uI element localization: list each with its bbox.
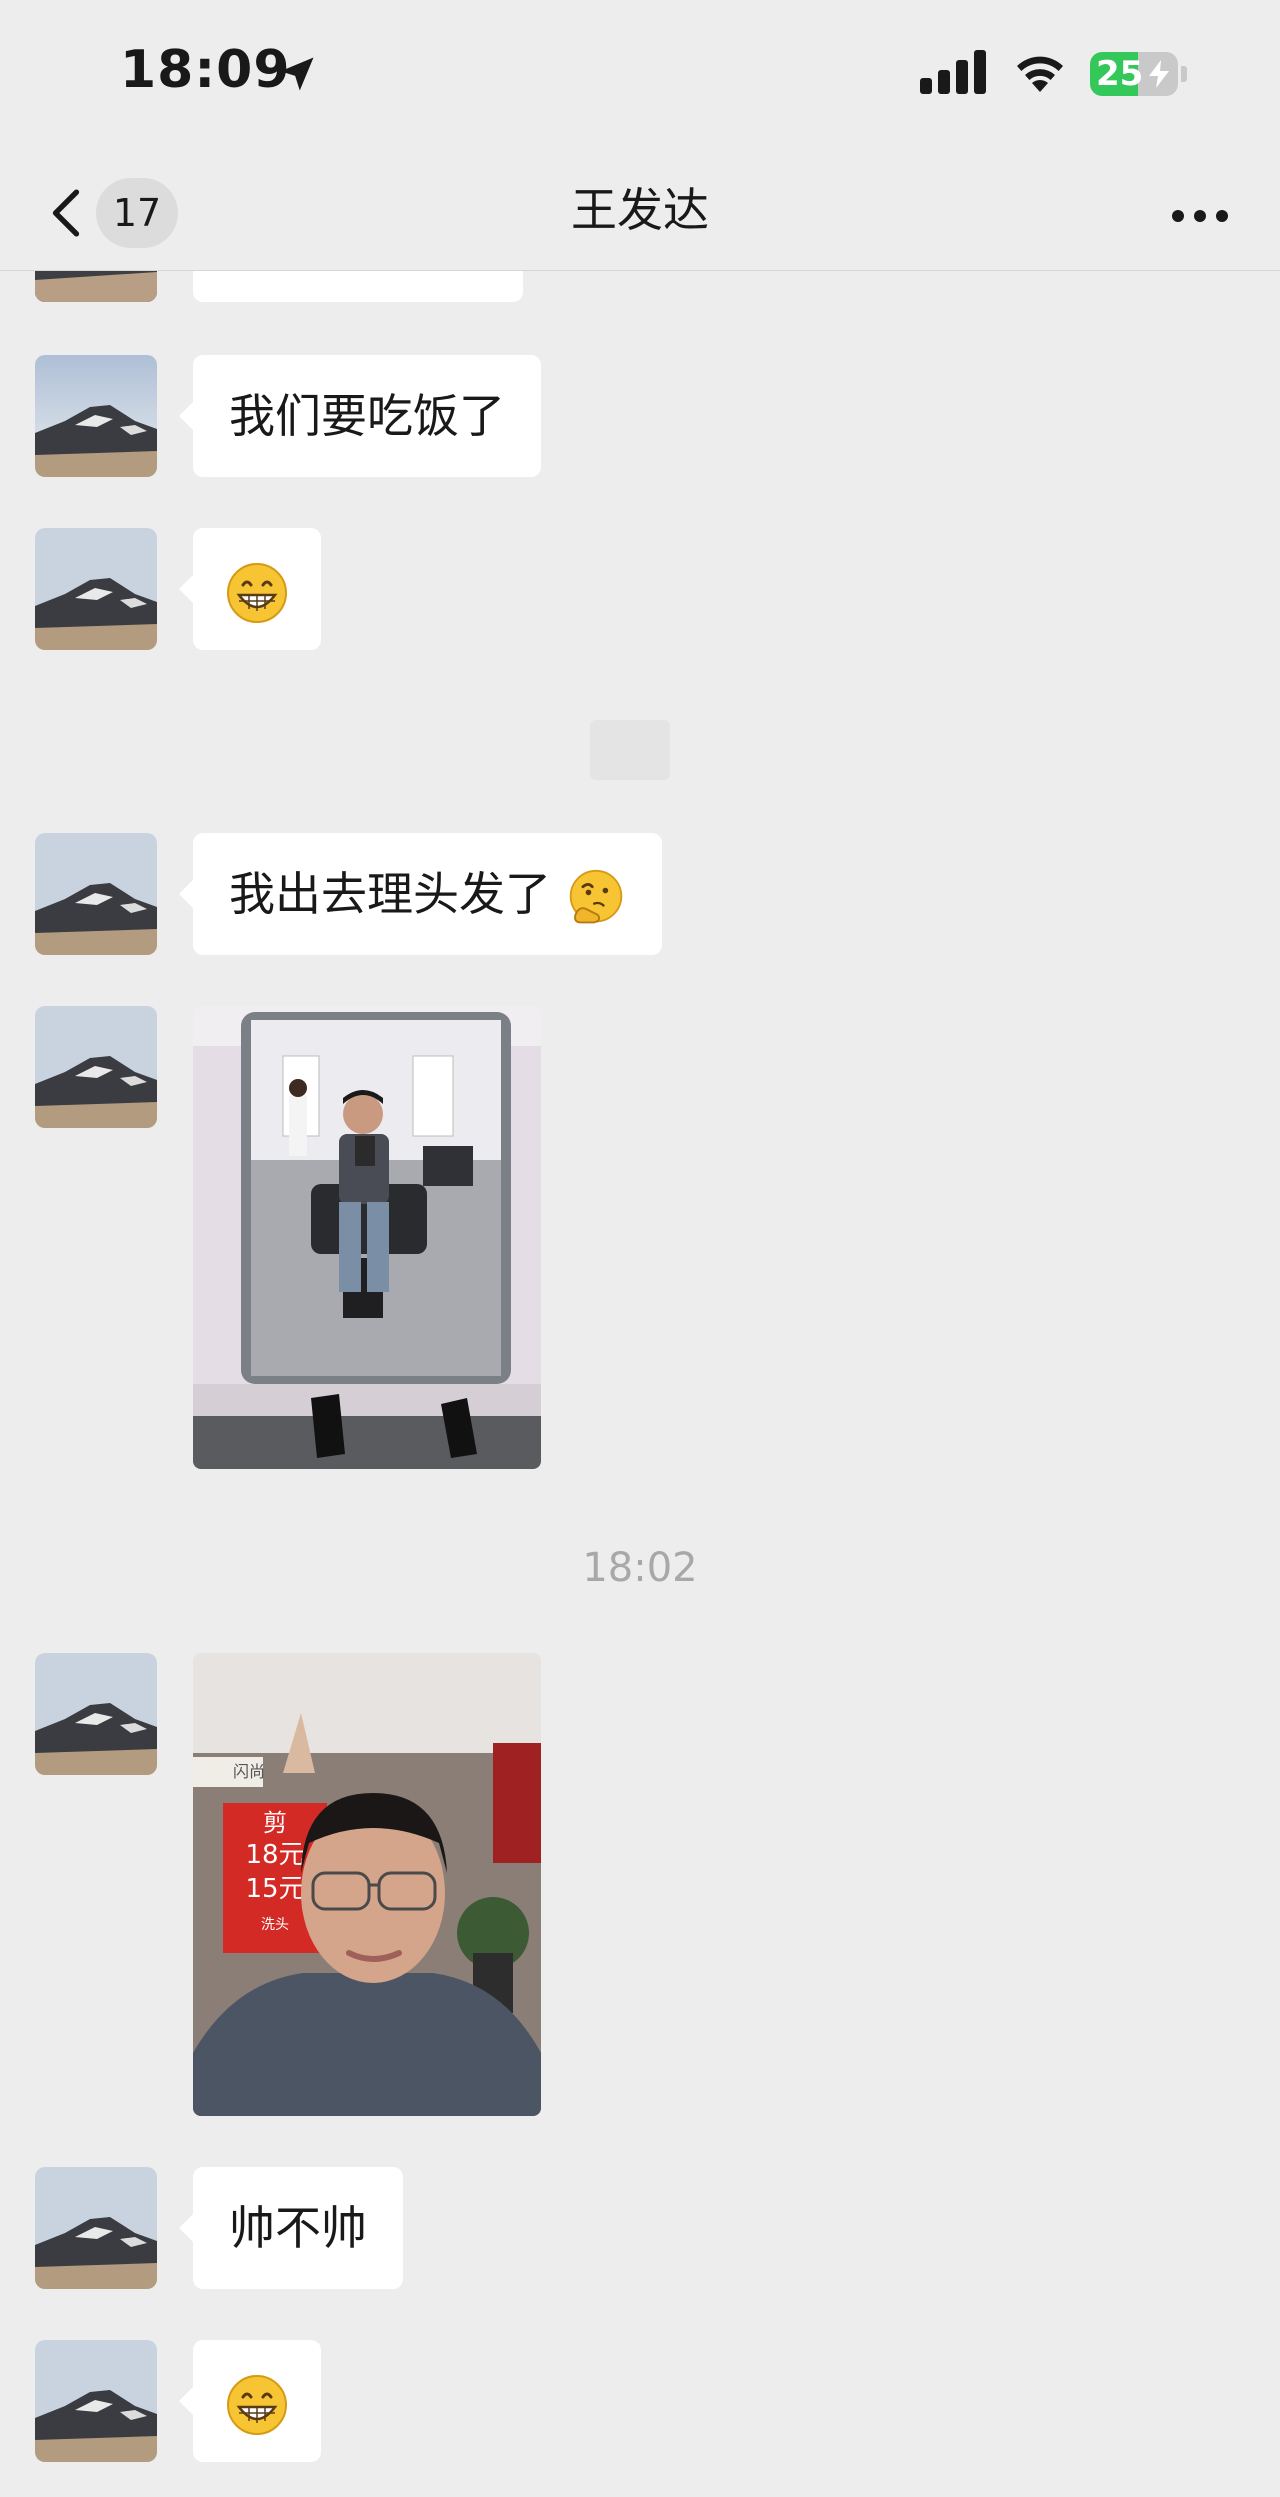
- cellular-signal-icon: [920, 50, 986, 94]
- location-arrow-icon: [280, 57, 314, 91]
- message-text: 帅不帅: [229, 2201, 367, 2255]
- grinning-face-icon: [227, 562, 287, 623]
- avatar[interactable]: [35, 1006, 157, 1128]
- sign-text: 剪: [263, 1809, 287, 1837]
- message-bubble[interactable]: 我们要吃饭了: [179, 355, 541, 477]
- message-text: 我出去理头发了: [229, 867, 551, 921]
- status-time: 18:09: [120, 40, 291, 100]
- charging-bolt-icon: [1149, 60, 1169, 88]
- avatar[interactable]: [35, 1653, 157, 1775]
- shop-sign-text: 闪尚: [233, 1762, 265, 1781]
- faded-timestamp: [590, 720, 670, 780]
- avatar[interactable]: [35, 270, 157, 302]
- message-bubble[interactable]: [179, 528, 321, 650]
- more-button[interactable]: [1160, 190, 1240, 240]
- sign-text: 洗头: [261, 1917, 289, 1933]
- avatar[interactable]: [35, 833, 157, 955]
- message-text: 我们要吃饭了: [229, 389, 505, 443]
- avatar[interactable]: [35, 355, 157, 477]
- chat-title: 王发达: [571, 183, 709, 237]
- sign-text: 15元: [245, 1874, 304, 1904]
- battery-level: 25: [1096, 54, 1144, 94]
- more-dots-icon[interactable]: [1216, 210, 1228, 222]
- avatar[interactable]: [35, 2340, 157, 2462]
- wifi-icon: [1017, 56, 1063, 92]
- grinning-face-icon: [227, 2374, 287, 2435]
- unread-count-badge[interactable]: 17: [96, 178, 178, 248]
- battery-charging-icon: 25: [1090, 52, 1178, 96]
- thinking-face-icon: [569, 869, 622, 923]
- avatar[interactable]: [35, 528, 157, 650]
- more-dots-icon[interactable]: [1194, 210, 1206, 222]
- chat-header: 17 王发达: [0, 150, 1280, 271]
- chevron-left-icon[interactable]: [46, 188, 86, 238]
- barbershop-mirror-photo[interactable]: [193, 1006, 541, 1469]
- message-bubble[interactable]: 帅不帅: [179, 2167, 403, 2289]
- message-timestamp: 18:02: [582, 1545, 698, 1591]
- sign-text: 18元: [245, 1840, 304, 1870]
- more-dots-icon[interactable]: [1172, 210, 1184, 222]
- message-bubble[interactable]: [179, 2340, 321, 2462]
- selfie-photo[interactable]: 剪 18元 15元 洗头 闪尚: [193, 1653, 541, 2116]
- back-button[interactable]: 17: [40, 178, 190, 248]
- status-bar: 18:09 25: [0, 0, 1280, 150]
- message-bubble[interactable]: 我出去理头发了: [179, 833, 662, 955]
- battery-cap: [1181, 66, 1187, 82]
- avatar[interactable]: [35, 2167, 157, 2289]
